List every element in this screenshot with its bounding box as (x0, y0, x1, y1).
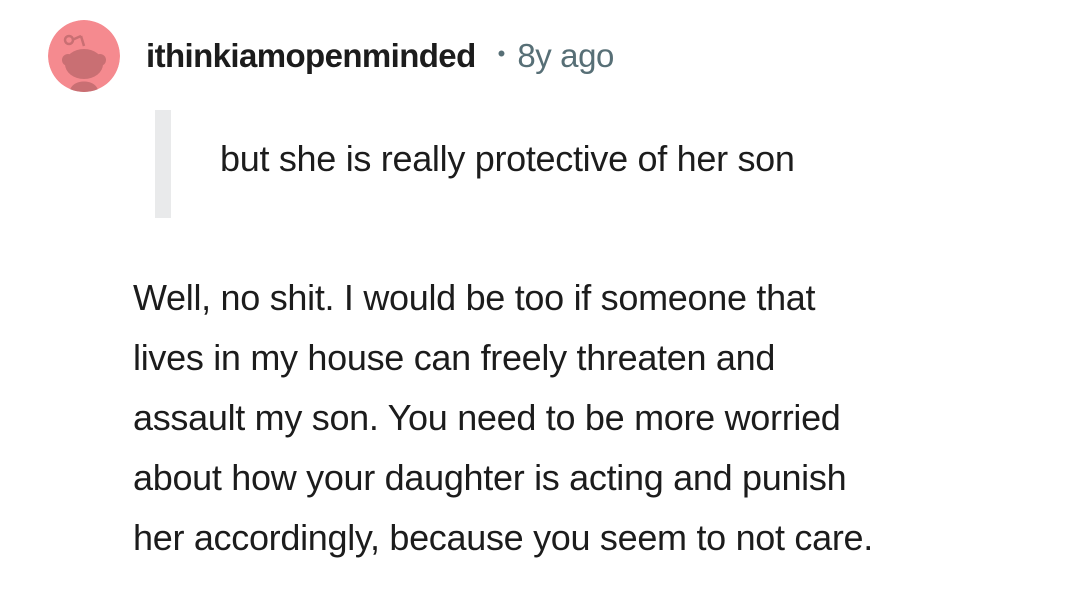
comment-timestamp: 8y ago (517, 37, 615, 74)
separator-dot: • (497, 41, 506, 66)
snoo-avatar-icon (48, 20, 120, 92)
comment-body: Well, no shit. I would be too if someone… (133, 268, 1033, 568)
user-avatar[interactable] (48, 20, 120, 92)
comment-body-line: her accordingly, because you seem to not… (133, 517, 873, 558)
comment-body-line: about how your daughter is acting and pu… (133, 457, 847, 498)
username-link[interactable]: ithinkiamopenminded (146, 37, 476, 75)
comment-card: ithinkiamopenminded • 8y ago but she is … (0, 0, 1080, 589)
comment-body-line: assault my son. You need to be more worr… (133, 397, 841, 438)
comment-body-line: lives in my house can freely threaten an… (133, 337, 776, 378)
blockquote-bar (155, 110, 171, 218)
blockquote-text: but she is really protective of her son (220, 138, 795, 179)
comment-body-line: Well, no shit. I would be too if someone… (133, 277, 816, 318)
comment-header: ithinkiamopenminded • 8y ago (146, 34, 614, 78)
